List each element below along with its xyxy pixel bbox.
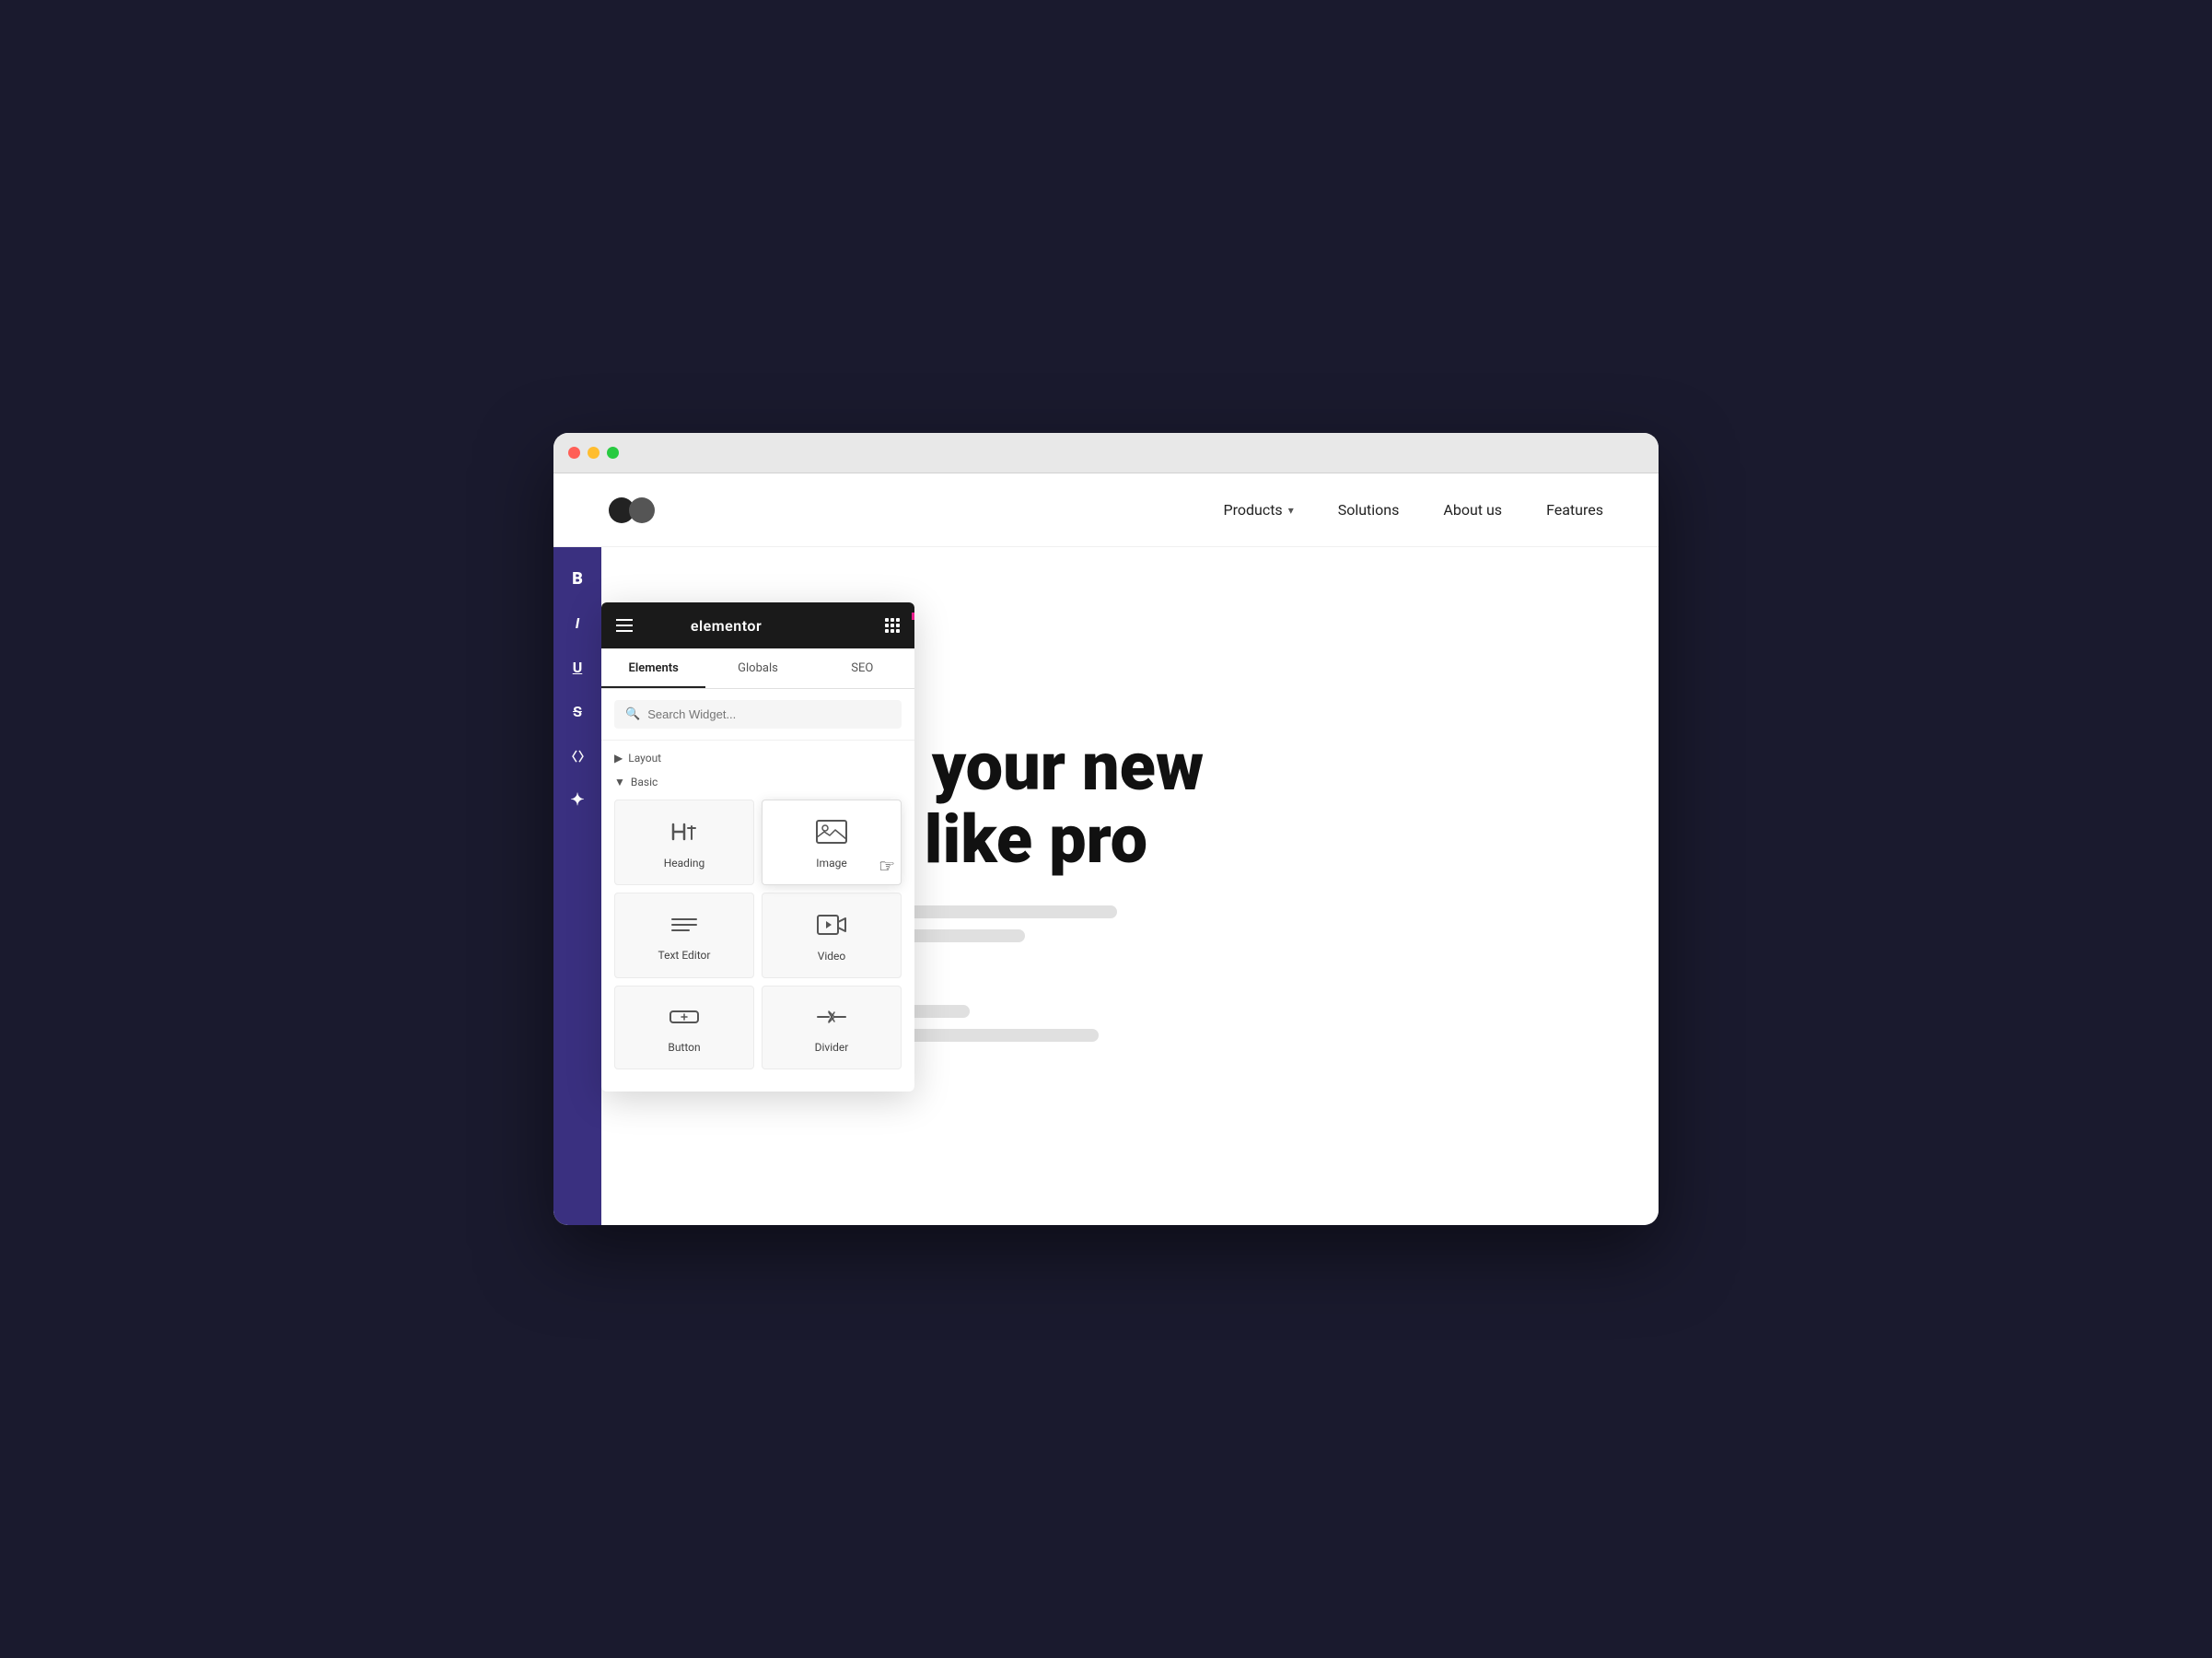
search-icon: 🔍 bbox=[625, 707, 640, 721]
widget-heading-label: Heading bbox=[664, 857, 705, 870]
toolbar-magic-button[interactable]: ✦ bbox=[561, 783, 594, 816]
search-wrapper: 🔍 bbox=[614, 700, 902, 729]
nav-link-about[interactable]: About us bbox=[1443, 501, 1502, 519]
traffic-light-maximize[interactable] bbox=[607, 447, 619, 459]
navbar: Products ▾ Solutions About us Features bbox=[553, 473, 1659, 547]
basic-arrow-icon: ▼ bbox=[614, 776, 625, 788]
toolbar-strikethrough-button[interactable]: S bbox=[561, 695, 594, 728]
elementor-tabs: Elements Globals SEO bbox=[601, 648, 914, 689]
image-widget-icon bbox=[815, 819, 848, 849]
text-editor-widget-icon bbox=[669, 913, 700, 941]
left-toolbar: B I U S 〈 〉 ✦ bbox=[553, 547, 601, 1225]
widget-video[interactable]: Video bbox=[762, 893, 902, 978]
browser-content: Products ▾ Solutions About us Features B… bbox=[553, 473, 1659, 1225]
widget-text-editor-label: Text Editor bbox=[658, 949, 711, 962]
browser-window: Products ▾ Solutions About us Features B… bbox=[553, 433, 1659, 1225]
toolbar-bold-button[interactable]: B bbox=[561, 562, 594, 595]
tab-seo[interactable]: SEO bbox=[810, 648, 914, 688]
main-area: B I U S 〈 〉 ✦ Manage your new website li… bbox=[553, 547, 1659, 1225]
widget-image[interactable]: Image ☞ bbox=[762, 800, 902, 885]
widget-button[interactable]: Button bbox=[614, 986, 754, 1069]
heading-widget-icon bbox=[669, 819, 699, 849]
tab-globals[interactable]: Globals bbox=[705, 648, 809, 688]
widget-video-label: Video bbox=[818, 950, 846, 963]
elementor-header: elementor bbox=[601, 602, 914, 648]
hamburger-line-2 bbox=[616, 625, 633, 626]
button-widget-icon bbox=[669, 1005, 700, 1033]
browser-titlebar bbox=[553, 433, 1659, 473]
widget-text-editor[interactable]: Text Editor bbox=[614, 893, 754, 978]
logo-circle-2 bbox=[629, 497, 655, 523]
elementor-notification-dot bbox=[912, 613, 914, 620]
toolbar-code-button[interactable]: 〈 〉 bbox=[561, 739, 594, 772]
nav-link-products[interactable]: Products ▾ bbox=[1223, 501, 1293, 519]
widget-divider[interactable]: Divider bbox=[762, 986, 902, 1069]
toolbar-italic-button[interactable]: I bbox=[561, 606, 594, 639]
widgets-area: ▶ Layout ▼ Basic bbox=[601, 741, 914, 1092]
nav-link-features[interactable]: Features bbox=[1546, 501, 1603, 519]
nav-links: Products ▾ Solutions About us Features bbox=[1223, 501, 1603, 519]
tab-elements[interactable]: Elements bbox=[601, 648, 705, 688]
traffic-light-close[interactable] bbox=[568, 447, 580, 459]
chevron-down-icon: ▾ bbox=[1288, 504, 1294, 517]
elementor-panel: elementor Elements Globals bbox=[601, 602, 914, 1092]
toolbar-underline-button[interactable]: U bbox=[561, 650, 594, 683]
widget-image-label: Image bbox=[816, 857, 846, 870]
layout-arrow-icon: ▶ bbox=[614, 752, 623, 765]
elementor-title: elementor bbox=[691, 617, 762, 635]
widgets-grid: Heading Image bbox=[614, 800, 902, 1069]
search-input[interactable] bbox=[647, 707, 891, 721]
video-widget-icon bbox=[816, 912, 847, 942]
basic-section-toggle[interactable]: ▼ Basic bbox=[614, 776, 902, 788]
grid-view-icon[interactable] bbox=[885, 618, 900, 633]
cursor-icon: ☞ bbox=[879, 855, 895, 877]
traffic-light-minimize[interactable] bbox=[588, 447, 600, 459]
layout-section-toggle[interactable]: ▶ Layout bbox=[614, 752, 902, 765]
widget-divider-label: Divider bbox=[815, 1041, 849, 1054]
widget-heading[interactable]: Heading bbox=[614, 800, 754, 885]
hamburger-line-1 bbox=[616, 619, 633, 621]
widget-search-area: 🔍 bbox=[601, 689, 914, 741]
widget-button-label: Button bbox=[668, 1041, 700, 1054]
hamburger-line-3 bbox=[616, 630, 633, 632]
nav-link-solutions[interactable]: Solutions bbox=[1338, 501, 1400, 519]
logo bbox=[609, 497, 655, 523]
hamburger-menu-icon[interactable] bbox=[616, 619, 633, 632]
divider-widget-icon bbox=[816, 1005, 847, 1033]
